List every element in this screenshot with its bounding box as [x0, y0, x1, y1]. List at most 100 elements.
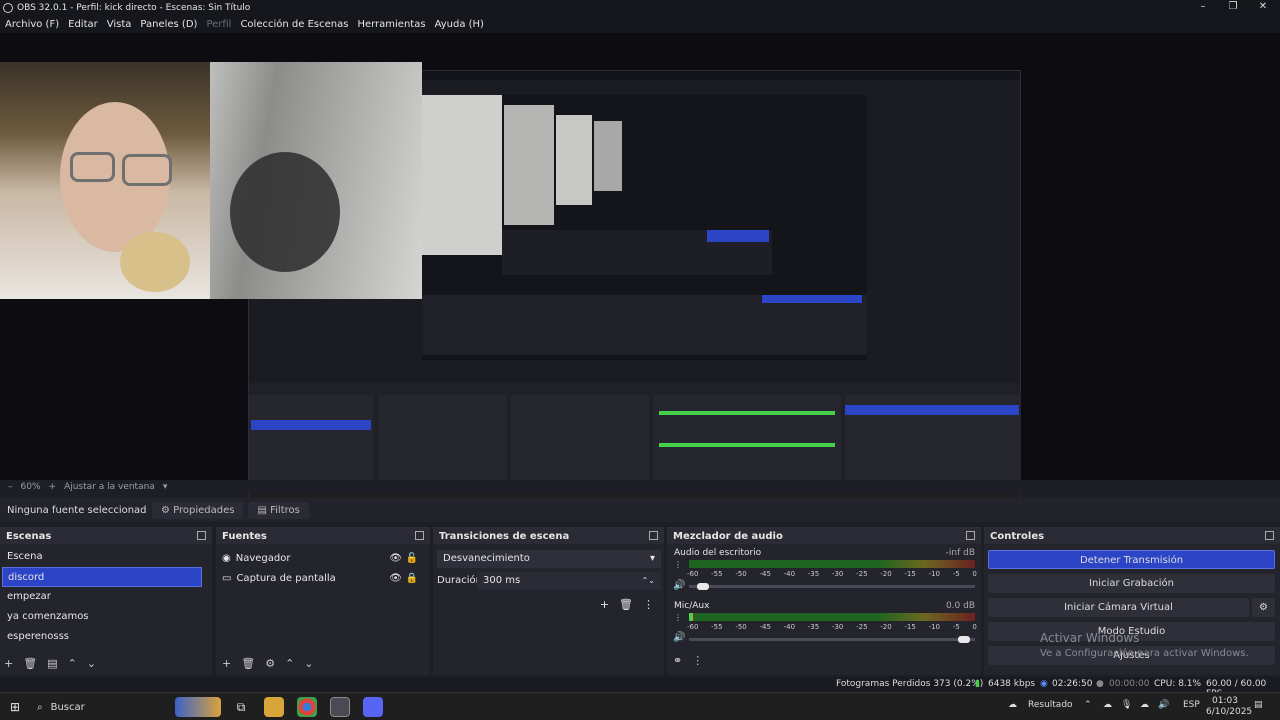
scene-item[interactable]: discord	[2, 567, 202, 587]
zoom-minus[interactable]: –	[8, 482, 13, 492]
lock-icon[interactable]: 🔓	[406, 553, 418, 564]
more-icon[interactable]: ⋮	[692, 654, 703, 667]
tray-mic-icon[interactable]: 🎙	[1121, 700, 1132, 710]
add-icon[interactable]: +	[222, 657, 231, 670]
scenes-header: Escenas	[0, 528, 212, 544]
start-recording-button[interactable]: Iniciar Grabación	[988, 574, 1275, 593]
tray-cloud2-icon[interactable]: ☁	[1140, 700, 1149, 710]
transition-select[interactable]: Desvanecimiento ▾	[437, 550, 661, 568]
clock-time[interactable]: 01:03	[1212, 696, 1238, 706]
scene-item[interactable]: esperenosss	[2, 627, 202, 647]
tray-volume-icon[interactable]: 🔊	[1158, 700, 1169, 710]
weather-icon: ☁	[1008, 700, 1017, 710]
dropped-frames: Fotogramas Perdidos 373 (0.2%)	[836, 679, 984, 689]
watermark-title: Activar Windows	[1040, 631, 1140, 645]
menu-paneles[interactable]: Paneles (D)	[140, 19, 197, 30]
undock-icon[interactable]	[649, 531, 658, 540]
globe-icon: ◉	[222, 552, 231, 564]
trash-icon[interactable]: 🗑	[241, 657, 255, 670]
more-icon[interactable]: ⋮	[643, 598, 654, 611]
widget-label[interactable]: Resultado	[1028, 700, 1073, 710]
zoom-plus[interactable]: +	[49, 482, 57, 492]
scene-item[interactable]: Escena	[2, 547, 202, 567]
widget-image-icon[interactable]	[175, 697, 221, 717]
virtual-camera-button[interactable]: Iniciar Cámara Virtual	[988, 598, 1249, 617]
minimize-icon[interactable]: –	[1188, 0, 1218, 15]
volume-knob[interactable]	[957, 636, 970, 643]
audio-meter	[689, 613, 975, 621]
down-icon[interactable]: ⌄	[87, 657, 96, 670]
menu-vista[interactable]: Vista	[107, 19, 132, 30]
source-item[interactable]: ▭ Captura de pantalla 👁 🔒	[222, 569, 426, 587]
taskbar-search[interactable]: ⌕ Buscar	[33, 695, 163, 719]
close-icon[interactable]: ✕	[1248, 0, 1278, 15]
task-view-icon[interactable]: ⧉	[231, 697, 251, 717]
chevron-down-icon[interactable]: ▾	[163, 482, 168, 492]
lock-icon[interactable]: 🔒	[406, 573, 418, 584]
language[interactable]: ESP	[1183, 700, 1200, 710]
undock-icon[interactable]	[415, 531, 424, 540]
duration-spinbox[interactable]: 300 ms ⌃⌄	[477, 572, 661, 590]
down-icon[interactable]: ⌄	[304, 657, 313, 670]
trash-icon[interactable]: 🗑	[619, 598, 633, 611]
cpu-usage: CPU: 8.1%	[1154, 679, 1202, 689]
restore-icon[interactable]: ❐	[1218, 0, 1248, 15]
menu-archivo[interactable]: Archivo (F)	[5, 19, 59, 30]
windows-start-icon[interactable]: ⊞	[10, 700, 20, 714]
channel-name: Audio del escritorio	[674, 548, 762, 558]
add-icon[interactable]: +	[4, 657, 13, 670]
eye-icon[interactable]: 👁	[389, 573, 402, 584]
zoom-fit[interactable]: Ajustar a la ventana	[64, 482, 155, 492]
stream-icon: ◉	[1040, 679, 1048, 689]
trash-icon[interactable]: 🗑	[23, 657, 37, 670]
link-icon[interactable]: ⚭	[673, 654, 682, 667]
status-bar: Fotogramas Perdidos 373 (0.2%) ▮ 6438 kb…	[0, 677, 1280, 699]
obs-taskbar-icon[interactable]	[330, 697, 350, 717]
filters-button[interactable]: ▤ Filtros	[248, 501, 309, 519]
scene-item[interactable]: ya comenzamos	[2, 607, 202, 627]
stop-stream-button[interactable]: Detener Transmisión	[988, 550, 1275, 569]
activation-watermark: Activar Windows Ve a Configuración para …	[1040, 631, 1249, 659]
file-explorer-icon[interactable]	[264, 697, 284, 717]
more-icon[interactable]: ⋮	[674, 613, 682, 622]
gear-icon[interactable]: ⚙	[265, 657, 275, 670]
menu-ayuda[interactable]: Ayuda (H)	[435, 19, 484, 30]
undock-icon[interactable]	[1265, 531, 1274, 540]
up-icon[interactable]: ⌃	[285, 657, 294, 670]
channel-db: -inf dB	[945, 548, 975, 558]
undock-icon[interactable]	[966, 531, 975, 540]
speaker-icon[interactable]: 🔊	[673, 632, 685, 643]
clock-date[interactable]: 6/10/2025	[1206, 707, 1252, 717]
chevron-down-icon: ▾	[649, 553, 655, 564]
up-icon[interactable]: ⌃	[68, 657, 77, 670]
filter-icon[interactable]: ▤	[47, 657, 57, 670]
preview-canvas[interactable]	[0, 33, 1280, 511]
scene-item[interactable]: empezar	[2, 587, 202, 607]
menu-editar[interactable]: Editar	[68, 19, 98, 30]
menu-perfil[interactable]: Perfil	[206, 19, 231, 30]
zoom-bar: – 60% + Ajustar a la ventana ▾	[0, 480, 1280, 494]
properties-button[interactable]: ⚙ Propiedades	[152, 501, 244, 519]
add-icon[interactable]: +	[600, 598, 609, 611]
volume-slider[interactable]	[689, 585, 975, 588]
discord-icon[interactable]	[363, 697, 383, 717]
menu-herramientas[interactable]: Herramientas	[357, 19, 425, 30]
tray-chevron-icon[interactable]: ⌃	[1084, 700, 1092, 710]
scenes-title: Escenas	[6, 530, 52, 542]
undock-icon[interactable]	[197, 531, 206, 540]
stream-time: 02:26:50	[1052, 679, 1093, 689]
webcam-feed	[0, 62, 422, 299]
notifications-icon[interactable]: ▤	[1254, 700, 1263, 710]
menu-coleccion[interactable]: Colección de Escenas	[240, 19, 348, 30]
volume-knob[interactable]	[697, 583, 710, 590]
more-icon[interactable]: ⋮	[674, 560, 682, 569]
source-item[interactable]: ◉ Navegador 👁 🔓	[222, 549, 426, 567]
chrome-icon[interactable]	[297, 697, 317, 717]
tray-cloud-icon[interactable]: ☁	[1103, 700, 1112, 710]
mixer-dock: Mezclador de audio Audio del escritorio …	[667, 527, 981, 675]
speaker-icon[interactable]: 🔊	[673, 580, 685, 591]
volume-slider[interactable]	[689, 638, 975, 641]
gear-icon[interactable]: ⚙	[1252, 598, 1275, 617]
spin-arrows-icon[interactable]: ⌃⌄	[642, 572, 655, 590]
eye-icon[interactable]: 👁	[389, 553, 402, 564]
